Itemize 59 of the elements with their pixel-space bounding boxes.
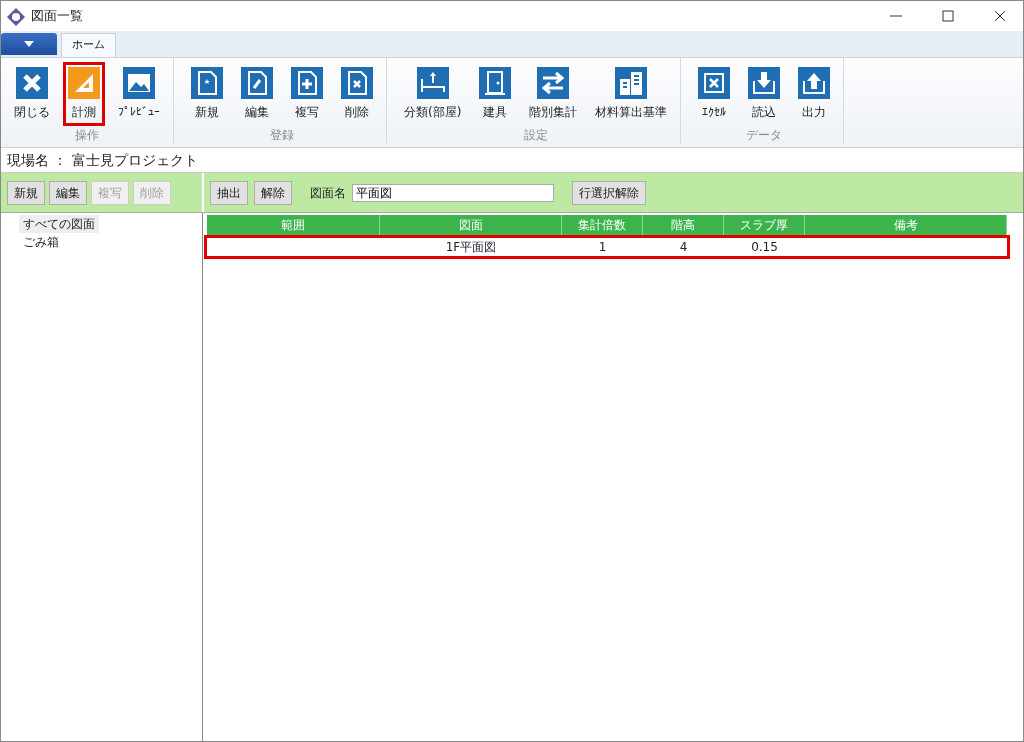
filter-input[interactable]: 平面図 (352, 183, 554, 202)
toolbar-button[interactable]: 新規 (7, 180, 45, 205)
swap-arrows-icon (537, 67, 570, 99)
column-header: 範囲 (207, 215, 380, 235)
column-header: 階高 (643, 215, 724, 235)
column-header: 図面 (380, 215, 562, 235)
column-header: 備考 (805, 215, 1007, 235)
column-header: 集計倍数 (562, 215, 643, 235)
tree-item[interactable]: すべての図面 (19, 215, 99, 233)
picture-icon (123, 67, 155, 99)
close-icon (16, 67, 48, 99)
toolbar-button[interactable]: 抽出 (210, 180, 248, 205)
table-cell-text: 0.15 (750, 239, 779, 256)
ribbon-button[interactable]: 閉じる (9, 62, 55, 126)
ribbon-button[interactable]: 読込 (743, 62, 786, 126)
document-pencil-icon (241, 67, 273, 99)
filter-label: 図面名 (310, 184, 346, 202)
table-row[interactable]: 1F平面図 1 4 0.15 (204, 235, 1010, 259)
document-cross-icon (341, 67, 373, 99)
ribbon-button[interactable]: ﾌﾟﾚﾋﾞｭｰ (113, 62, 165, 126)
ribbon-button[interactable]: ｴｸｾﾙ (693, 62, 736, 126)
group-label: 登録 (270, 127, 294, 144)
ribbon-button[interactable]: 編集 (236, 62, 278, 126)
ribbon-button[interactable]: 建具 (474, 62, 517, 126)
group-label: データ (746, 127, 783, 144)
document-plus-icon (291, 67, 323, 99)
download-icon (748, 67, 781, 99)
ribbon-button[interactable]: 計測 (63, 62, 105, 126)
application-menu-button[interactable] (1, 33, 57, 55)
tree-item[interactable]: ごみ箱 (19, 233, 63, 251)
close-icon[interactable] (992, 8, 1008, 24)
group-label: 設定 (523, 127, 548, 144)
table-cell-text: 4 (678, 239, 689, 256)
ribbon-button[interactable]: 階別集計 (524, 62, 583, 126)
table-cell-text: 1F平面図 (444, 239, 498, 256)
clear-selection-button[interactable]: 行選択解除 (572, 180, 646, 205)
ribbon-button[interactable]: 材料算出基準 (590, 62, 673, 126)
ribbon-button[interactable]: 新規 (186, 62, 228, 126)
site-name-label: 現場名 ： 富士見プロジェクト (7, 150, 198, 170)
window-title: 図面一覧 (31, 7, 83, 26)
door-icon (479, 67, 512, 99)
table-cell-text: 1 (597, 239, 608, 256)
toolbar-button[interactable]: 編集 (49, 180, 87, 205)
maximize-icon[interactable] (940, 8, 956, 24)
ribbon-tab[interactable]: ホーム (61, 33, 116, 57)
toolbar-button[interactable]: 解除 (254, 180, 292, 205)
group-label: 操作 (75, 127, 99, 144)
app-logo-icon (7, 7, 25, 26)
bed-icon (416, 67, 449, 99)
column-header: スラブ厚 (724, 215, 805, 235)
spreadsheet-icon (698, 67, 731, 99)
building-icon (615, 67, 648, 99)
upload-icon (798, 67, 831, 99)
ribbon-button[interactable]: 複写 (286, 62, 328, 126)
ribbon-button[interactable]: 分類(部屋) (399, 62, 467, 126)
caret-icon (24, 41, 34, 47)
ribbon-button[interactable]: 削除 (336, 62, 378, 126)
set-square-icon (68, 67, 100, 99)
ribbon-button[interactable]: 出力 (793, 62, 836, 126)
